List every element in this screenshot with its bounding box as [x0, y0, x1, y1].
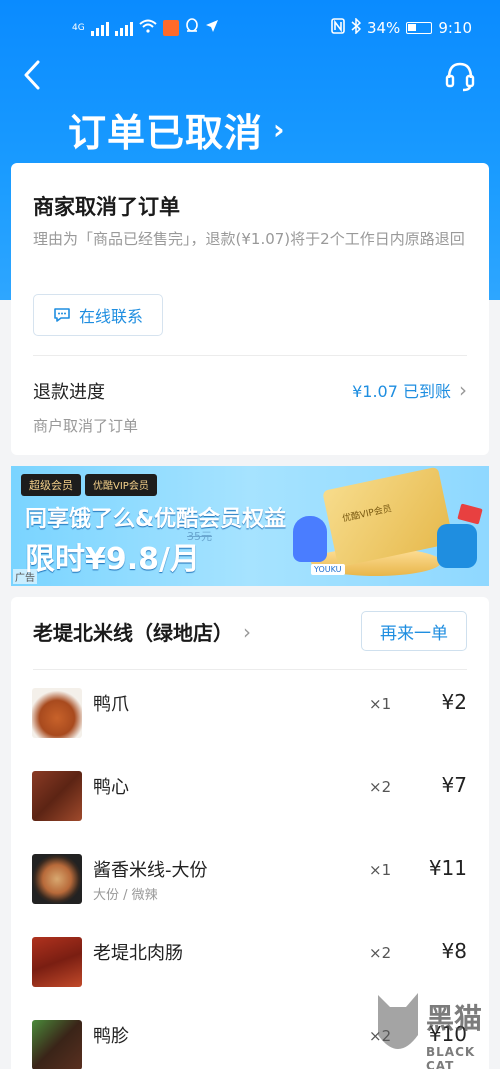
red-envelope-icon	[457, 503, 483, 525]
vip-card-text: 优酷VIP会员	[341, 504, 393, 525]
item-quantity: ×1	[369, 861, 392, 879]
item-name: 鸭爪	[93, 694, 129, 715]
order-item: 鸭爪 ×1 ¥2	[11, 682, 489, 742]
item-thumbnail	[32, 688, 82, 738]
refund-status-link[interactable]: ¥1.07 已到账 ›	[352, 378, 467, 402]
clock: 9:10	[438, 19, 472, 37]
banner-price: 限时¥9.8/月	[25, 542, 200, 577]
ad-label: 广告	[13, 569, 37, 584]
divider	[33, 355, 467, 356]
battery-icon	[406, 22, 433, 34]
vip-card-graphic: 优酷VIP会员	[322, 466, 454, 568]
network-type: 4G	[72, 23, 85, 33]
order-item: 老堤北肉肠 ×2 ¥8	[11, 931, 489, 991]
chevron-right-icon: ›	[273, 113, 285, 146]
item-name: 酱香米线-大份	[93, 860, 208, 881]
qq-icon	[185, 18, 199, 38]
item-quantity: ×2	[369, 944, 392, 962]
divider	[33, 669, 467, 670]
item-quantity: ×1	[369, 695, 392, 713]
signal-icon	[90, 20, 109, 36]
reorder-button[interactable]: 再来一单	[361, 611, 467, 651]
item-price: ¥7	[441, 773, 467, 797]
item-price: ¥8	[441, 939, 467, 963]
page-title: 订单已取消	[68, 111, 264, 155]
contact-online-button[interactable]: 在线联系	[33, 294, 163, 336]
status-right: 34% 9:10	[331, 17, 472, 38]
super-member-badge: 超级会员	[21, 474, 81, 496]
customer-service-button[interactable]	[444, 60, 476, 92]
back-button[interactable]	[18, 58, 48, 92]
status-bar: 4G 34% 9:10	[0, 0, 500, 58]
order-status-title-row[interactable]: 订单已取消 ›	[68, 102, 285, 157]
watermark-subtext: BLACK CAT	[426, 1045, 476, 1069]
bluetooth-icon	[351, 17, 362, 38]
black-cat-watermark: 黑猫 BLACK CAT	[370, 983, 498, 1069]
item-thumbnail	[32, 937, 82, 987]
banner-old-price: 35元	[187, 530, 212, 543]
contact-online-label: 在线联系	[78, 307, 143, 326]
banner-badges: 超级会员 优酷VIP会员	[21, 474, 157, 496]
store-name: 老堤北米线（绿地店）	[33, 621, 233, 645]
headset-icon	[445, 62, 475, 92]
chevron-right-icon: ›	[459, 378, 467, 402]
item-name: 鸭胗	[93, 1026, 129, 1047]
item-name: 老堤北肉肠	[93, 943, 183, 964]
item-thumbnail	[32, 1020, 82, 1069]
nfc-icon	[331, 18, 345, 38]
back-arrow-icon	[24, 60, 40, 90]
status-left: 4G	[72, 18, 219, 38]
youku-logo: YOUKU	[311, 564, 345, 575]
chevron-right-icon: ›	[243, 619, 251, 644]
wifi-icon	[139, 19, 157, 37]
order-item: 酱香米线-大份 大份 / 微辣 ×1 ¥11	[11, 848, 489, 908]
cancel-info-card: 商家取消了订单 理由为「商品已经售完」，退款(¥1.07)将于2个工作日内原路退…	[11, 163, 489, 455]
cat-logo-icon	[378, 993, 418, 1049]
refund-progress-label: 退款进度	[33, 382, 105, 403]
item-thumbnail	[32, 771, 82, 821]
battery-percent: 34%	[366, 19, 401, 37]
promo-banner[interactable]: 超级会员 优酷VIP会员 同享饿了么&优酷会员权益 限时¥9.8/月 35元 优…	[11, 466, 489, 586]
refund-status-text: ¥1.07 已到账	[352, 382, 451, 401]
chat-icon	[54, 308, 70, 322]
item-thumbnail	[32, 854, 82, 904]
store-name-link[interactable]: 老堤北米线（绿地店） ›	[33, 617, 251, 646]
item-name: 鸭心	[93, 777, 129, 798]
mascot-graphic	[293, 516, 327, 562]
cancel-title: 商家取消了订单	[33, 195, 180, 219]
order-item: 鸭心 ×2 ¥7	[11, 765, 489, 825]
item-price: ¥11	[428, 856, 467, 880]
watermark-text: 黑猫	[426, 1002, 483, 1035]
cancel-reason: 理由为「商品已经售完」，退款(¥1.07)将于2个工作日内原路退回	[33, 230, 465, 248]
banner-headline: 同享饿了么&优酷会员权益	[25, 507, 287, 532]
item-price: ¥2	[441, 690, 467, 714]
item-quantity: ×2	[369, 778, 392, 796]
location-icon	[205, 19, 219, 37]
signal-2-icon	[114, 20, 133, 36]
delivery-rider-graphic	[437, 524, 477, 568]
refund-sub-text: 商户取消了订单	[33, 417, 139, 435]
app-notification-icon	[162, 20, 179, 36]
youku-vip-badge: 优酷VIP会员	[85, 474, 157, 496]
item-spec: 大份 / 微辣	[93, 888, 158, 903]
